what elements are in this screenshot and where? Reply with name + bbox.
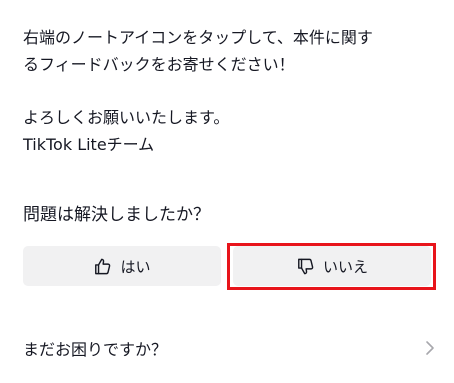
thumbs-up-icon bbox=[95, 258, 111, 274]
message-line-2: るフィードバックをお寄せください！ bbox=[23, 55, 295, 74]
message-signature: TikTok Liteチーム bbox=[23, 135, 155, 154]
yes-button[interactable]: はい bbox=[23, 246, 221, 286]
still-need-help-row[interactable]: まだお困りですか？ bbox=[23, 330, 435, 366]
yes-button-label: はい bbox=[120, 257, 151, 276]
still-need-help-label: まだお困りですか？ bbox=[23, 340, 168, 359]
message-line-3: よろしくお願いいたします。 bbox=[23, 108, 230, 127]
no-button[interactable]: いいえ bbox=[233, 246, 431, 286]
resolved-question: 問題は解決しましたか？ bbox=[23, 205, 210, 225]
no-button-label: いいえ bbox=[322, 257, 368, 276]
chevron-right-icon bbox=[426, 341, 434, 355]
feedback-message: 右端のノートアイコンをタップして、本件に関す るフィードバックをお寄せください！… bbox=[23, 24, 438, 158]
message-line-1: 右端のノートアイコンをタップして、本件に関す bbox=[23, 28, 373, 47]
thumbs-down-icon bbox=[298, 258, 314, 274]
